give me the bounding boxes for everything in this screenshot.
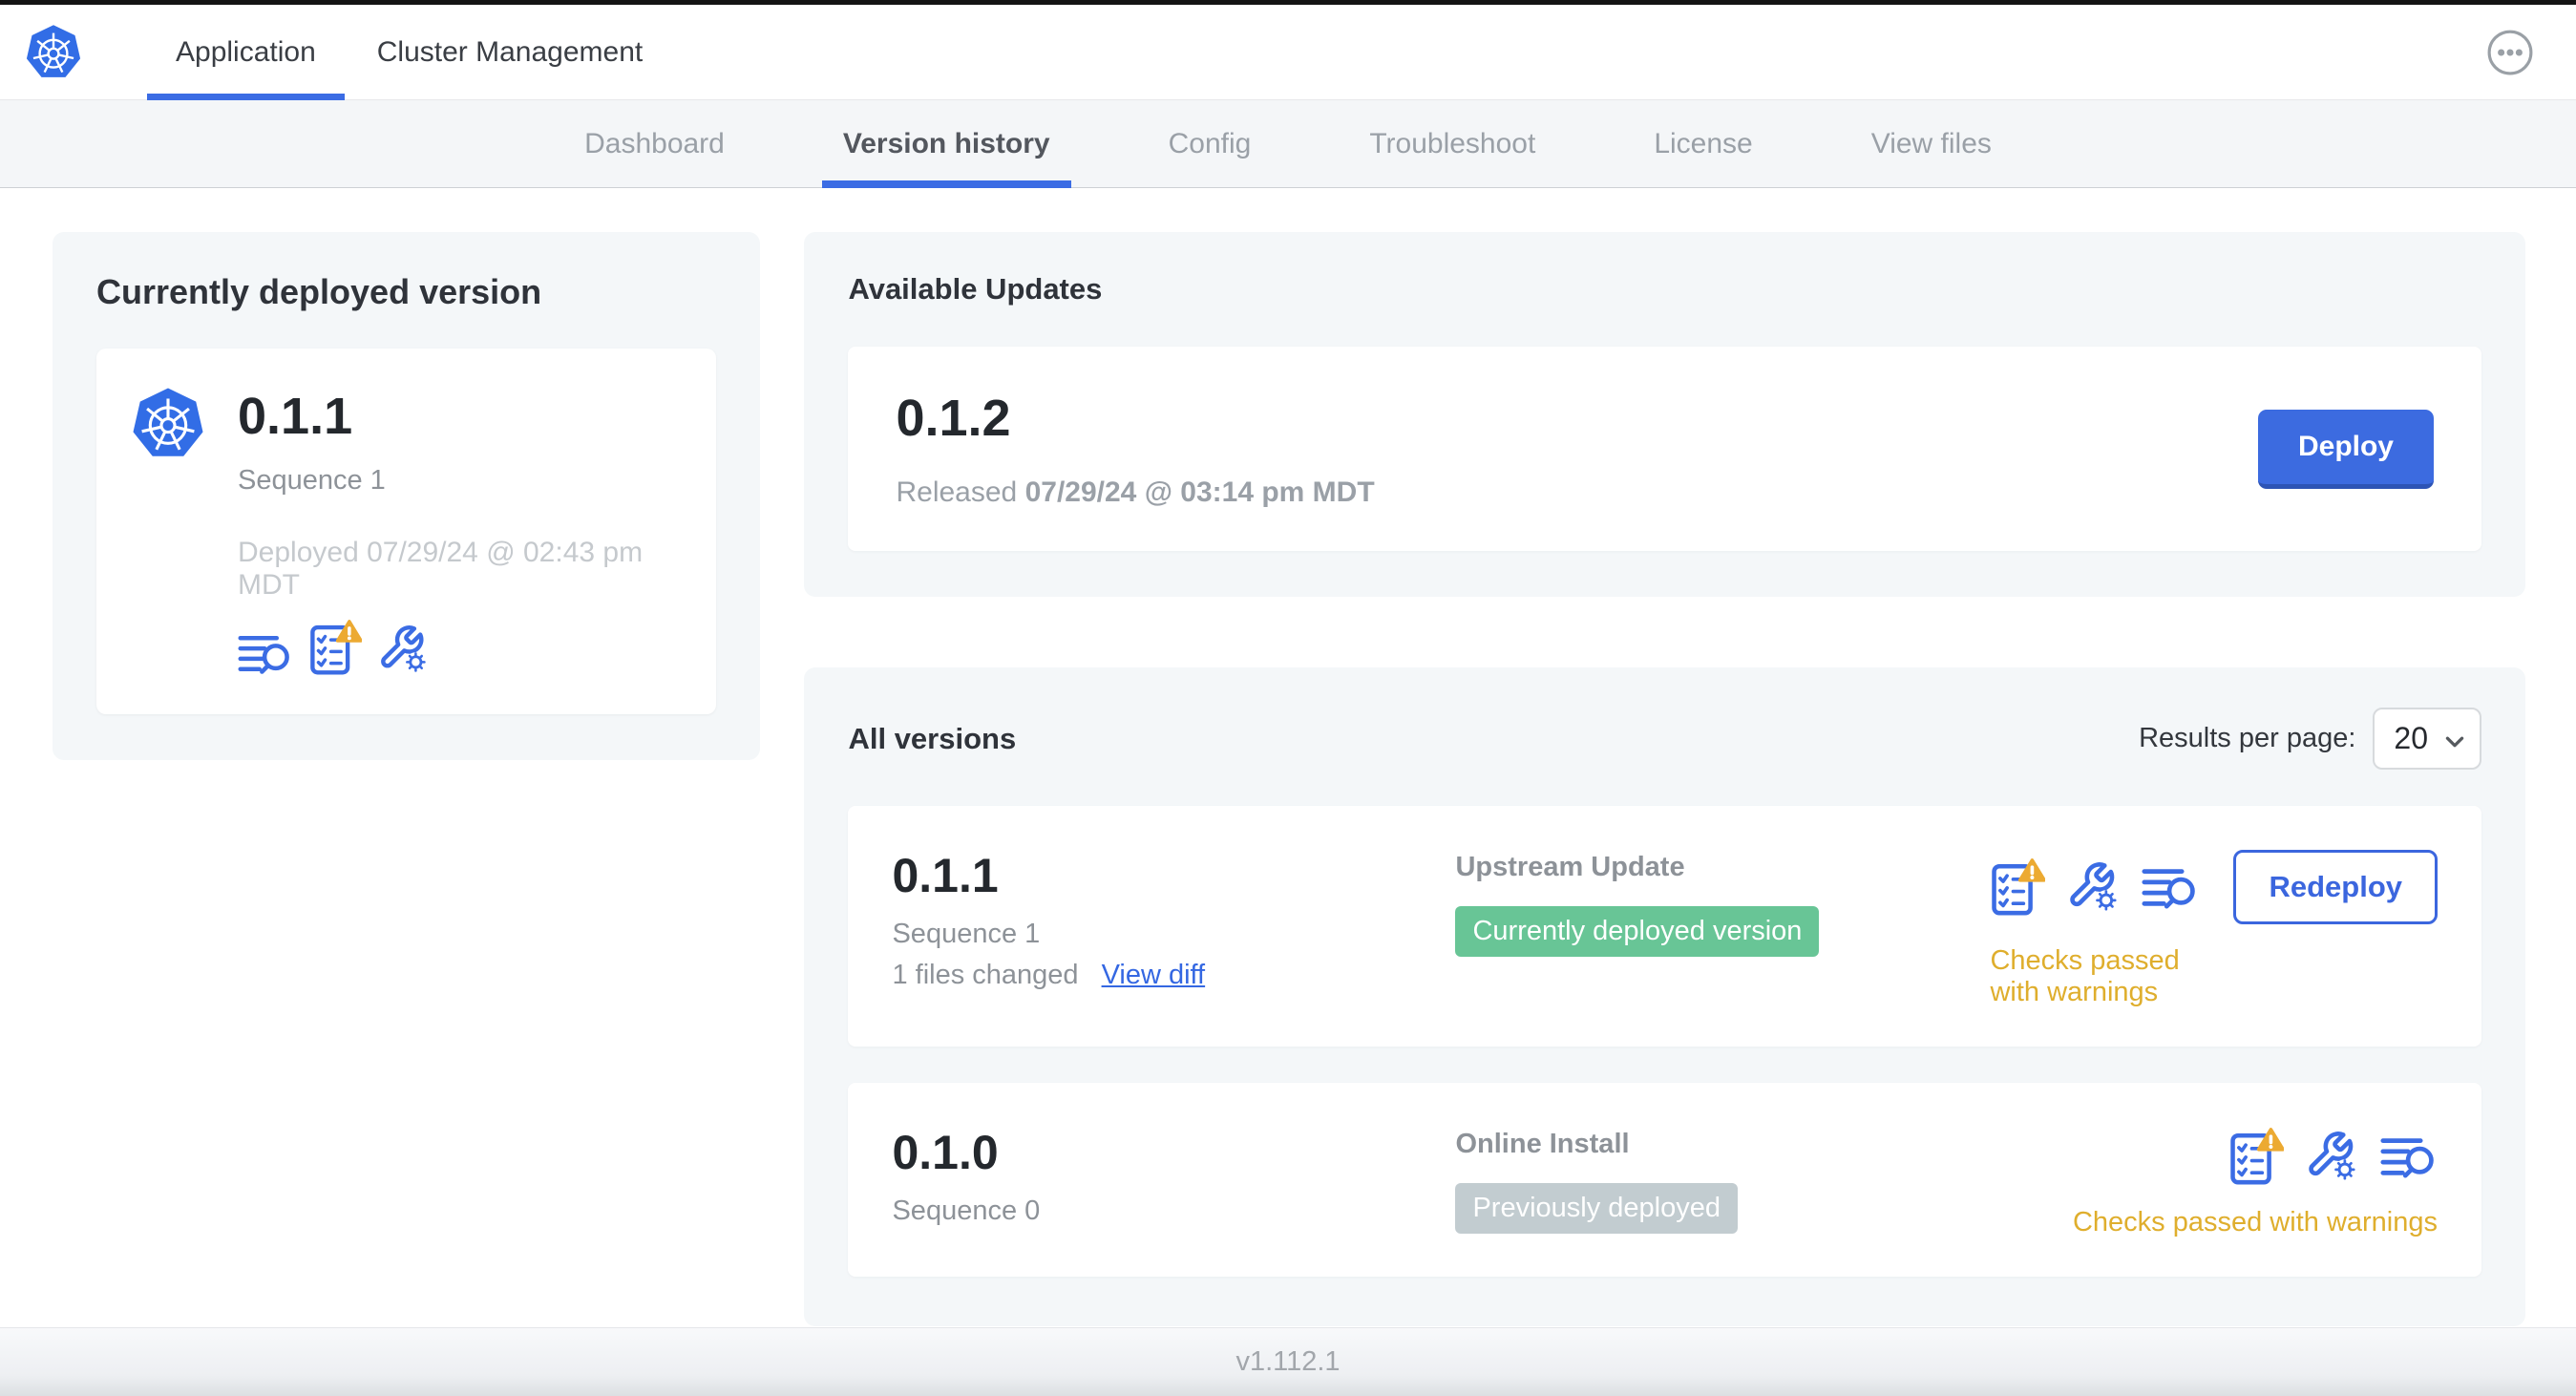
available-updates-card: Available Updates 0.1.2 Released 07/29/2… [804,232,2525,597]
subnav-dashboard[interactable]: Dashboard [525,100,784,187]
currently-deployed-card: Currently deployed version 0.1.1 Sequenc… [53,232,761,760]
chevron-down-icon [2445,721,2464,756]
results-per-page-select[interactable]: 20 [2373,708,2481,770]
available-updates-title: Available Updates [848,272,1103,306]
currently-deployed-version-panel: 0.1.1 Sequence 1 Deployed 07/29/24 @ 02:… [96,349,717,714]
app-subnav: Dashboard Version history Config Trouble… [0,100,2576,188]
preflight-checks-warning-icon[interactable] [1990,857,2045,917]
deployed-timestamp: Deployed 07/29/24 @ 02:43 pm MDT [238,537,644,601]
diff-icon[interactable] [238,631,293,676]
main-content: Currently deployed version 0.1.1 Sequenc… [0,188,2576,1326]
config-icon[interactable] [377,624,430,676]
current-version-number: 0.1.1 [238,388,353,445]
preflight-checks-warning-icon[interactable] [308,619,362,676]
available-update-row: 0.1.2 Released 07/29/24 @ 03:14 pm MDT D… [848,347,2481,551]
redeploy-button[interactable]: Redeploy [2233,850,2438,924]
kubernetes-logo-icon [25,23,82,81]
ellipsis-menu-button[interactable] [2486,29,2534,76]
row-sequence-label: Sequence 0 [892,1195,1041,1226]
row-version-number: 0.1.0 [892,1126,999,1179]
version-source-label: Upstream Update [1455,852,1685,882]
app-footer: v1.112.1 [0,1327,2576,1396]
released-timestamp: Released 07/29/24 @ 03:14 pm MDT [896,476,1375,508]
all-versions-title: All versions [848,721,1017,755]
preflight-status-text: Checks passed with warnings [2072,1207,2438,1237]
subnav-version-history[interactable]: Version history [784,100,1109,188]
current-sequence-label: Sequence 1 [238,465,386,496]
results-per-page-label: Results per page: [2139,723,2356,753]
diff-icon[interactable] [2142,864,2199,911]
subnav-license[interactable]: License [1594,100,1811,187]
version-source-label: Online Install [1455,1129,1630,1159]
row-sequence-label: Sequence 1 [892,919,1041,949]
diff-icon[interactable] [2380,1133,2438,1180]
view-diff-link[interactable]: View diff [1102,960,1206,991]
currently-deployed-title: Currently deployed version [96,272,542,311]
subnav-config[interactable]: Config [1109,100,1311,187]
config-icon[interactable] [2066,860,2121,915]
preflight-status-text: Checks passed with warnings [1990,945,2180,1007]
console-version-label: v1.112.1 [1235,1346,1341,1377]
previously-deployed-badge: Previously deployed [1455,1183,1739,1234]
row-version-number: 0.1.1 [892,849,999,902]
tab-cluster-management[interactable]: Cluster Management [347,5,673,99]
config-icon[interactable] [2305,1130,2359,1184]
tab-application[interactable]: Application [145,5,347,100]
preflight-checks-warning-icon[interactable] [2228,1127,2284,1186]
files-changed-label: 1 files changed [892,960,1079,990]
update-version-number: 0.1.2 [896,390,1011,447]
top-bar: Application Cluster Management [0,5,2576,100]
subnav-view-files[interactable]: View files [1812,100,2051,187]
subnav-troubleshoot[interactable]: Troubleshoot [1310,100,1594,187]
deploy-button[interactable]: Deploy [2257,409,2434,489]
top-tabs: Application Cluster Management [145,5,673,100]
kubernetes-app-icon [131,386,205,461]
all-versions-card: All versions Results per page: 20 0.1.1 … [804,667,2525,1326]
version-row-0-1-1: 0.1.1 Sequence 1 1 files changed View di… [848,806,2481,1047]
version-row-0-1-0: 0.1.0 Sequence 0 Online Install Previous… [848,1083,2481,1277]
currently-deployed-badge: Currently deployed version [1455,906,1820,957]
